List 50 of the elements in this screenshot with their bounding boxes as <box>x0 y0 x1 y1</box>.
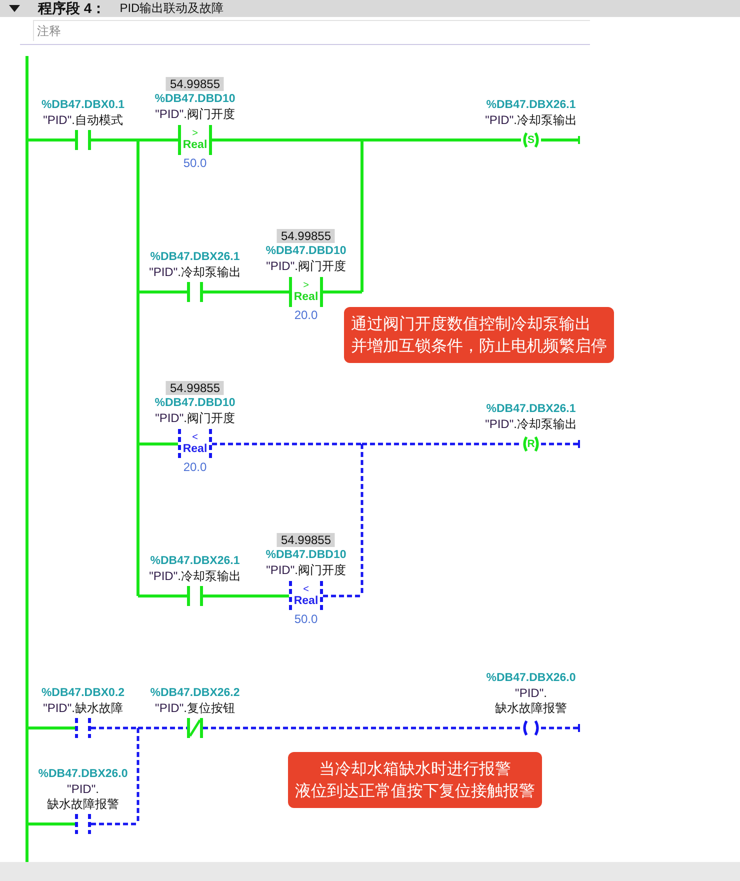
symbol-label: "PID".自动模式 <box>43 113 123 128</box>
address-label: %DB47.DBX26.1 <box>150 554 240 569</box>
wire <box>541 724 580 732</box>
address-label: %DB47.DBD10 <box>154 396 236 411</box>
symbol-label: "PID".冷却泵输出 <box>149 569 241 584</box>
address-label: %DB47.DBX0.2 <box>41 686 125 701</box>
caret-icon[interactable] <box>9 5 20 12</box>
compare-block: > Real <box>178 125 212 155</box>
symbol-label: "PID".阀门开度 <box>266 563 346 578</box>
operand-label: 50.0 <box>183 156 207 170</box>
address-label: %DB47.DBX26.0 <box>38 767 128 782</box>
monitor-value: 54.99855 <box>276 533 336 547</box>
operand-label: 20.0 <box>183 460 207 474</box>
symbol-label: "PID". 缺水故障报警 <box>495 686 567 716</box>
wire <box>27 726 75 730</box>
wire <box>541 440 580 448</box>
address-label: %DB47.DBD10 <box>266 548 346 563</box>
symbol-label: "PID".冷却泵输出 <box>485 113 577 128</box>
annotation-note: 当冷却水箱缺水时进行报警 液位到达正常值按下复位接触报警 <box>288 752 542 808</box>
monitor-value: 54.99855 <box>276 229 336 243</box>
comment-field[interactable]: 注释 <box>33 20 590 41</box>
annotation-note: 通过阀门开度数值控制冷却泵输出 并增加互锁条件，防止电机频繁启停 <box>344 307 614 363</box>
compare-block: < Real <box>289 581 323 611</box>
address-label: %DB47.DBX26.1 <box>486 98 576 113</box>
network-label: 程序段 4： <box>38 0 106 17</box>
symbol-label: "PID".阀门开度 <box>155 107 235 122</box>
wire <box>541 136 580 144</box>
symbol-label: "PID".冷却泵输出 <box>149 265 241 280</box>
address-label: %DB47.DBX0.1 <box>41 98 125 113</box>
address-label: %DB47.DBD10 <box>154 92 236 107</box>
address-label: %DB47.DBX26.0 <box>486 671 576 686</box>
address-label: %DB47.DBD10 <box>266 244 346 259</box>
address-label: %DB47.DBX26.1 <box>150 250 240 265</box>
wire <box>27 138 75 142</box>
compare-block: > Real <box>289 277 323 307</box>
symbol-label: "PID". 缺水故障报警 <box>47 782 119 812</box>
symbol-label: "PID".阀门开度 <box>155 411 235 426</box>
network-title: PID输出联动及故障 <box>120 0 224 17</box>
wire <box>27 822 75 826</box>
symbol-label: "PID".冷却泵输出 <box>485 417 577 432</box>
monitor-value: 54.99855 <box>166 77 224 91</box>
symbol-label: "PID".阀门开度 <box>266 259 346 274</box>
address-label: %DB47.DBX26.2 <box>150 686 240 701</box>
operand-label: 50.0 <box>294 612 318 626</box>
compare-block: < Real <box>178 429 212 459</box>
symbol-label: "PID".缺水故障 <box>43 701 123 716</box>
monitor-value: 54.99855 <box>166 381 224 395</box>
operand-label: 20.0 <box>294 308 318 322</box>
symbol-label: "PID".复位按钮 <box>155 701 235 716</box>
address-label: %DB47.DBX26.1 <box>486 402 576 417</box>
